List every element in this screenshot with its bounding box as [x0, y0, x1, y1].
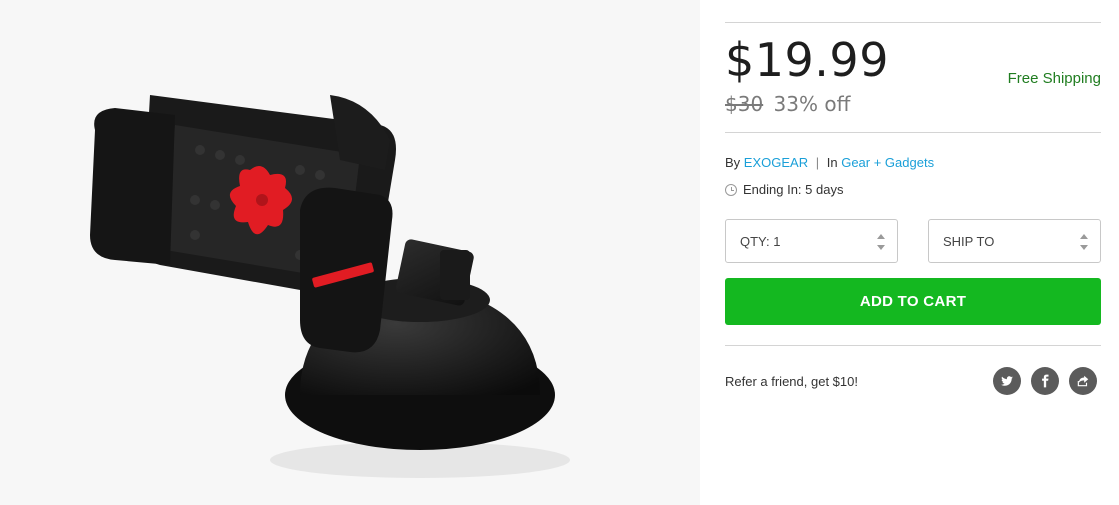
phone-mount-illustration: [90, 95, 570, 478]
by-label: By: [725, 155, 741, 170]
original-price-row: $30 33% off: [725, 92, 850, 116]
stepper-icon: [877, 234, 885, 250]
vendor-row: By EXOGEAR | In Gear + Gadgets: [725, 155, 934, 170]
current-price: $19.99: [725, 33, 889, 87]
ending-row: Ending In: 5 days: [725, 182, 843, 197]
stepper-icon: [1080, 234, 1088, 250]
product-panel: $19.99 Free Shipping $30 33% off By EXOG…: [725, 0, 1101, 505]
divider: [725, 345, 1101, 346]
quantity-label: QTY: 1: [740, 233, 781, 249]
product-image: [0, 0, 700, 505]
twitter-icon[interactable]: [993, 367, 1021, 395]
separator: |: [815, 155, 820, 170]
share-icon[interactable]: [1069, 367, 1097, 395]
ending-text: Ending In: 5 days: [743, 182, 844, 197]
refer-friend-text[interactable]: Refer a friend, get $10!: [725, 374, 858, 389]
social-share: [993, 367, 1097, 395]
free-shipping-label: Free Shipping: [1007, 70, 1101, 87]
facebook-icon[interactable]: [1031, 367, 1059, 395]
divider: [725, 132, 1101, 133]
quantity-select[interactable]: QTY: 1: [725, 219, 898, 263]
ship-to-select[interactable]: SHIP TO: [928, 219, 1101, 263]
vendor-link[interactable]: EXOGEAR: [744, 155, 808, 170]
discount-label: 33% off: [773, 92, 851, 116]
add-to-cart-button[interactable]: ADD TO CART: [725, 278, 1101, 325]
original-price: $30: [725, 92, 764, 116]
ship-to-label: SHIP TO: [943, 233, 995, 249]
in-label: In: [826, 155, 838, 170]
clock-icon: [725, 183, 737, 196]
category-link[interactable]: Gear + Gadgets: [841, 155, 934, 170]
divider: [725, 22, 1101, 23]
